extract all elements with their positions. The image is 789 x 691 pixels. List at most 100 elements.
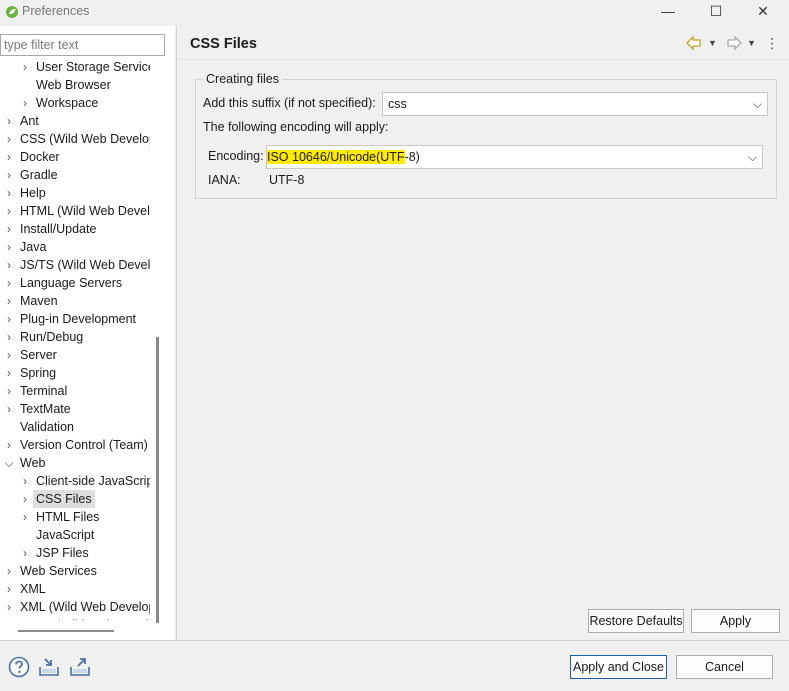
tree-item[interactable]: › Spring (0, 364, 150, 382)
tree-item[interactable]: › XML (Wild Web Developer) (0, 598, 150, 616)
chevron-down-icon[interactable]: ⌵ (3, 454, 15, 472)
suffix-value: css (388, 97, 407, 111)
tree-vertical-scrollbar[interactable] (156, 337, 159, 623)
chevron-right-icon[interactable]: › (3, 400, 15, 418)
restore-defaults-button[interactable]: Restore Defaults (588, 609, 684, 633)
apply-button[interactable]: Apply (691, 609, 780, 633)
chevron-right-icon[interactable]: › (3, 292, 15, 310)
filter-input[interactable] (0, 34, 165, 56)
forward-history-dropdown-icon[interactable]: ▼ (747, 34, 756, 52)
chevron-right-icon[interactable]: › (19, 490, 31, 508)
chevron-right-icon[interactable]: › (19, 544, 31, 562)
export-icon[interactable] (68, 655, 92, 679)
tree-item[interactable]: › JSP Files (0, 544, 150, 562)
chevron-right-icon[interactable]: › (3, 166, 15, 184)
window-title: Preferences (22, 4, 90, 18)
tree-item[interactable]: › XML (0, 580, 150, 598)
chevron-right-icon[interactable]: › (3, 256, 15, 274)
chevron-right-icon[interactable]: › (3, 436, 15, 454)
tree-item[interactable]: › Server (0, 346, 150, 364)
minimize-button[interactable]: — (645, 0, 691, 24)
tree-item[interactable]: › Version Control (Team) (0, 436, 150, 454)
back-arrow-icon[interactable] (685, 34, 703, 52)
chevron-right-icon[interactable]: › (3, 364, 15, 382)
tree-item[interactable]: › Plug-in Development (0, 310, 150, 328)
import-icon[interactable] (37, 655, 61, 679)
help-icon[interactable] (7, 655, 31, 679)
chevron-right-icon[interactable]: › (3, 616, 15, 620)
creating-files-group: Creating files Add this suffix (if not s… (195, 72, 777, 199)
header-divider (177, 59, 789, 60)
tree-item[interactable]: ⌵ Web (0, 454, 150, 472)
tree-item[interactable]: › Workspace (0, 94, 150, 112)
forward-arrow-icon[interactable] (725, 34, 743, 52)
tree-item[interactable]: › Terminal (0, 382, 150, 400)
chevron-right-icon[interactable]: › (3, 112, 15, 130)
chevron-right-icon[interactable]: › (3, 184, 15, 202)
tree-item[interactable]: › Client-side JavaScript (0, 472, 150, 490)
apply-and-close-button[interactable]: Apply and Close (570, 655, 667, 679)
tree-item-label: Install/Update (20, 222, 97, 236)
maximize-button[interactable]: ☐ (693, 0, 739, 24)
chevron-right-icon[interactable]: › (3, 130, 15, 148)
chevron-right-icon[interactable]: › (3, 274, 15, 292)
tree-item-label: Workspace (36, 96, 99, 110)
tree-item[interactable]: › Java (0, 238, 150, 256)
suffix-select[interactable]: css ⌵ (382, 92, 768, 116)
tree-item[interactable]: › JS/TS (Wild Web Developer) (0, 256, 150, 274)
tree-item-label: Version Control (Team) (20, 438, 148, 452)
tree-item[interactable]: JavaScript (0, 526, 150, 544)
preferences-tree-panel: › User Storage Service Web Browser › Workspa… (0, 26, 175, 640)
tree-item[interactable]: › Maven (0, 292, 150, 310)
tree-item[interactable]: › Web Services (0, 562, 150, 580)
tree-item[interactable]: › Run/Debug (0, 328, 150, 346)
chevron-right-icon[interactable]: › (19, 472, 31, 490)
tree-item-label: Terminal (20, 384, 68, 398)
chevron-right-icon[interactable]: › (3, 328, 15, 346)
chevron-right-icon[interactable]: › (19, 94, 31, 112)
tree-item[interactable]: › Install/Update (0, 220, 150, 238)
tree-item[interactable]: › Gradle (0, 166, 150, 184)
tree-item[interactable]: › User Storage Service (0, 58, 150, 76)
chevron-right-icon[interactable]: › (3, 562, 15, 580)
tree-item[interactable]: › Ant (0, 112, 150, 130)
tree-item[interactable]: › CSS Files (0, 490, 150, 508)
preference-page: CSS Files ▼ ▼ ⋮ Creating files Add this … (176, 26, 789, 640)
chevron-right-icon[interactable]: › (3, 580, 15, 598)
chevron-right-icon[interactable]: › (3, 310, 15, 328)
chevron-right-icon[interactable]: › (3, 346, 15, 364)
tree-item-label: Web Services (20, 564, 97, 578)
title-bar: Preferences — ☐ ✕ (0, 0, 789, 24)
tree-item[interactable]: › HTML Files (0, 508, 150, 526)
chevron-right-icon[interactable]: › (19, 508, 31, 526)
chevron-right-icon[interactable]: › (3, 238, 15, 256)
tree-item[interactable]: Web Browser (0, 76, 150, 94)
tree-item[interactable]: › HTML (Wild Web Developer) (0, 202, 150, 220)
back-history-dropdown-icon[interactable]: ▼ (708, 34, 717, 52)
chevron-right-icon[interactable]: › (3, 382, 15, 400)
tree-item-label: Web (20, 456, 46, 470)
chevron-right-icon[interactable]: › (3, 202, 15, 220)
encoding-select[interactable]: ISO 10646/Unicode(UTF-8) ⌵ (266, 145, 763, 169)
tree-item[interactable]: › Docker (0, 148, 150, 166)
tree-item-label: HTML (Wild Web Developer) (20, 204, 150, 218)
tree-item[interactable]: › CSS (Wild Web Developer) (0, 130, 150, 148)
chevron-right-icon[interactable]: › (3, 220, 15, 238)
tree-item[interactable]: ›YAML (Wild Web Developer) (0, 616, 150, 620)
tree-item[interactable]: › Language Servers (0, 274, 150, 292)
chevron-right-icon[interactable]: › (3, 148, 15, 166)
tree-item[interactable]: Validation (0, 418, 150, 436)
tree-item-label: TextMate (20, 402, 71, 416)
tree-item-label: Docker (20, 150, 60, 164)
tree-item[interactable]: › Help (0, 184, 150, 202)
tree-item[interactable]: › TextMate (0, 400, 150, 418)
tree-horizontal-scrollbar[interactable] (18, 630, 114, 632)
close-button[interactable]: ✕ (740, 0, 786, 24)
chevron-right-icon[interactable]: › (3, 598, 15, 616)
view-menu-icon[interactable]: ⋮ (765, 34, 779, 52)
encoding-note: The following encoding will apply: (203, 120, 389, 134)
chevron-right-icon[interactable]: › (19, 58, 31, 76)
tree-item-label: Run/Debug (20, 330, 84, 344)
tree-item-label: Language Servers (20, 276, 123, 290)
cancel-button[interactable]: Cancel (676, 655, 773, 679)
